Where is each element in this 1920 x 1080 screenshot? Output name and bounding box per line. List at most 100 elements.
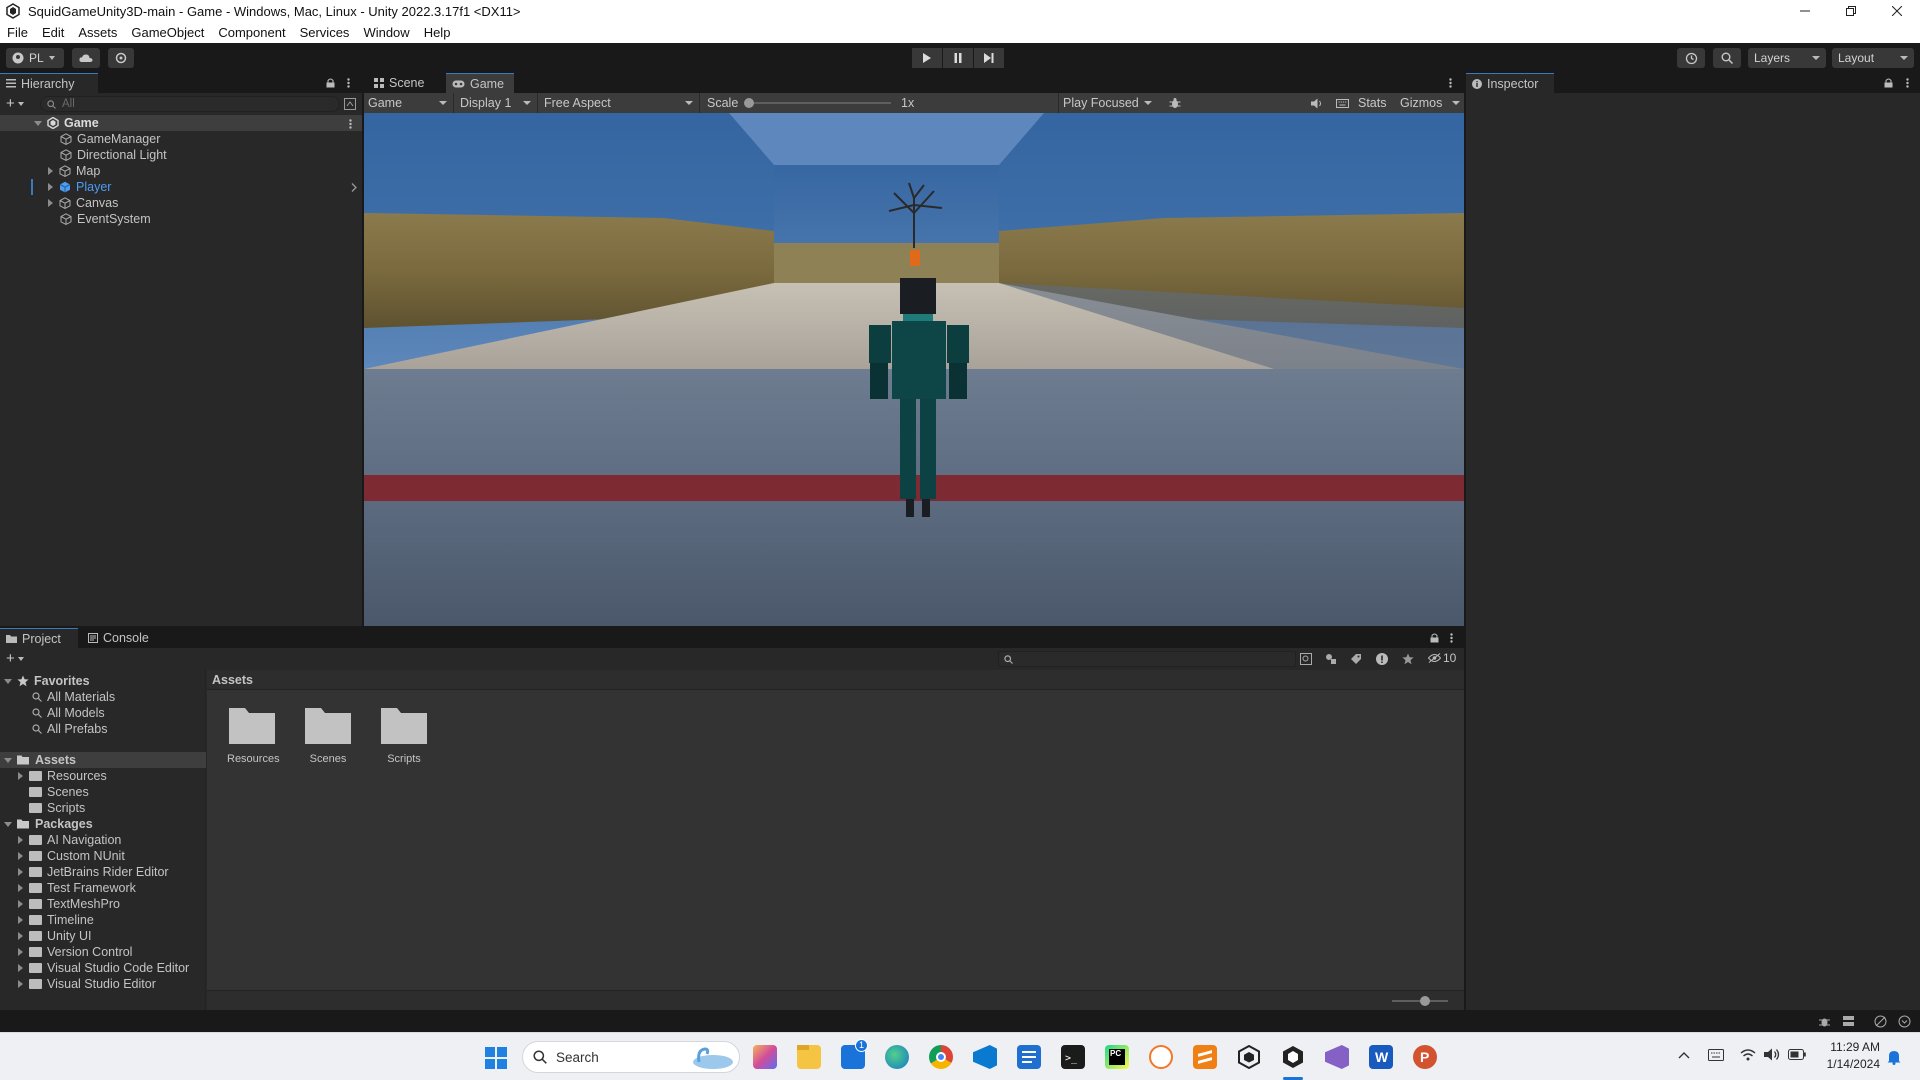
chrome-browser-icon[interactable] (929, 1045, 953, 1069)
aspect-dropdown[interactable]: Free Aspect (542, 93, 700, 113)
scene-visibility-icon[interactable] (344, 98, 356, 110)
tab-inspector[interactable]: Inspector (1466, 73, 1554, 93)
more-options-icon[interactable] (349, 119, 352, 129)
chevron-up-icon[interactable] (1678, 1051, 1690, 1059)
menu-component[interactable]: Component (211, 25, 292, 40)
hierarchy-item-gamemanager[interactable]: GameManager (60, 131, 160, 147)
scale-slider-thumb[interactable] (744, 98, 754, 108)
menu-edit[interactable]: Edit (35, 25, 71, 40)
hierarchy-search-input[interactable]: All (40, 96, 340, 112)
notification-bell-icon[interactable] (1887, 1049, 1901, 1065)
expand-arrow-icon[interactable] (48, 183, 53, 191)
menu-assets[interactable]: Assets (71, 25, 124, 40)
collapse-icon[interactable] (1898, 1015, 1911, 1028)
clock-date[interactable]: 1/14/2024 (1818, 1057, 1880, 1071)
step-button[interactable] (974, 48, 1004, 68)
menu-gameobject[interactable]: GameObject (124, 25, 211, 40)
edge-browser-icon[interactable] (885, 1045, 909, 1069)
hierarchy-item-eventsystem[interactable]: EventSystem (60, 211, 151, 227)
asset-folder-scenes[interactable]: Scenes (303, 704, 355, 776)
tab-scene[interactable]: Scene (368, 73, 444, 93)
sublime-text-icon[interactable] (1193, 1045, 1217, 1069)
visual-studio-icon[interactable] (1325, 1045, 1349, 1069)
bug-report-button[interactable] (1165, 93, 1185, 113)
menu-services[interactable]: Services (293, 25, 357, 40)
pycharm-icon[interactable]: PC (1105, 1045, 1129, 1069)
cloud-button[interactable] (72, 48, 100, 68)
filter-by-type-icon[interactable] (1325, 653, 1337, 665)
expand-arrow-icon[interactable] (18, 852, 23, 860)
expand-arrow-icon[interactable] (18, 772, 23, 780)
filter-by-label-icon[interactable] (1350, 653, 1362, 665)
expand-arrow-icon[interactable] (48, 167, 53, 175)
chevron-right-icon[interactable] (351, 183, 357, 192)
expand-arrow-icon[interactable] (18, 900, 23, 908)
display-dropdown[interactable]: Display 1 (458, 93, 538, 113)
folder-scenes[interactable]: Scenes (29, 784, 89, 800)
expand-arrow-icon[interactable] (18, 916, 23, 924)
expand-arrow-icon[interactable] (18, 932, 23, 940)
packages-header[interactable]: Packages (4, 816, 93, 832)
powerpoint-icon[interactable]: P (1413, 1045, 1437, 1069)
stats-button[interactable]: Stats (1358, 93, 1387, 113)
unity-hub-icon[interactable] (1237, 1045, 1261, 1069)
shortcuts-button[interactable] (1332, 93, 1352, 113)
layout-dropdown[interactable]: Layout (1832, 48, 1914, 68)
hierarchy-item-player[interactable]: Player (48, 179, 111, 195)
volume-icon[interactable] (1764, 1048, 1780, 1061)
filter-warnings-icon[interactable] (1376, 653, 1388, 665)
package-jetbrains-rider[interactable]: JetBrains Rider Editor (18, 864, 169, 880)
folder-resources[interactable]: Resources (18, 768, 107, 784)
more-options-icon[interactable] (1449, 78, 1452, 88)
vscode-icon[interactable] (973, 1045, 997, 1069)
jupyter-icon[interactable] (1149, 1045, 1173, 1069)
notepad-icon[interactable] (1017, 1045, 1041, 1069)
icon-size-slider-thumb[interactable] (1420, 996, 1430, 1006)
terminal-icon[interactable]: >_ (1061, 1045, 1085, 1069)
asset-folder-resources[interactable]: Resources (227, 704, 280, 776)
auto-generate-lighting-icon[interactable] (1874, 1015, 1887, 1028)
star-icon[interactable] (1402, 653, 1414, 665)
game-render[interactable] (364, 113, 1464, 626)
assets-header[interactable]: Assets (4, 752, 76, 768)
unity-editor-icon[interactable] (1281, 1045, 1305, 1069)
menu-file[interactable]: File (0, 25, 35, 40)
tab-project[interactable]: Project (0, 628, 78, 648)
favorites-header[interactable]: Favorites (4, 673, 90, 689)
breadcrumb[interactable]: Assets (207, 670, 1464, 690)
tab-hierarchy[interactable]: Hierarchy (0, 73, 98, 93)
favorite-all-prefabs[interactable]: All Prefabs (32, 721, 107, 737)
hidden-packages-toggle[interactable]: 10 (1428, 651, 1456, 665)
package-version-control[interactable]: Version Control (18, 944, 132, 960)
favorite-all-models[interactable]: All Models (32, 705, 105, 721)
hierarchy-item-directional-light[interactable]: Directional Light (60, 147, 167, 163)
expand-arrow-icon[interactable] (18, 884, 23, 892)
package-unity-ui[interactable]: Unity UI (18, 928, 91, 944)
hierarchy-item-map[interactable]: Map (48, 163, 100, 179)
package-ai-navigation[interactable]: AI Navigation (18, 832, 121, 848)
hierarchy-item-canvas[interactable]: Canvas (48, 195, 118, 211)
mail-app-icon[interactable]: 1 (841, 1039, 868, 1069)
play-button[interactable] (912, 48, 942, 68)
tab-console[interactable]: Console (82, 628, 162, 648)
battery-icon[interactable] (1788, 1049, 1806, 1060)
expand-arrow-icon[interactable] (18, 964, 23, 972)
keyboard-icon[interactable] (1708, 1049, 1724, 1061)
search-by-type-icon[interactable] (1300, 653, 1312, 665)
menu-help[interactable]: Help (417, 25, 458, 40)
more-options-icon[interactable] (1450, 633, 1453, 643)
close-button[interactable] (1874, 0, 1920, 22)
pause-button[interactable] (943, 48, 973, 68)
create-asset-button[interactable]: + (6, 651, 32, 666)
package-timeline[interactable]: Timeline (18, 912, 94, 928)
scene-header[interactable]: Game (34, 115, 99, 131)
mute-audio-button[interactable] (1307, 93, 1327, 113)
project-search-input[interactable] (998, 651, 1296, 667)
package-test-framework[interactable]: Test Framework (18, 880, 136, 896)
clock-time[interactable]: 11:29 AM (1818, 1040, 1880, 1054)
search-button[interactable] (1713, 48, 1741, 68)
debug-mode-icon[interactable] (1818, 1015, 1831, 1028)
more-options-icon[interactable] (347, 78, 350, 88)
lock-icon[interactable] (326, 78, 335, 88)
favorite-all-materials[interactable]: All Materials (32, 689, 115, 705)
